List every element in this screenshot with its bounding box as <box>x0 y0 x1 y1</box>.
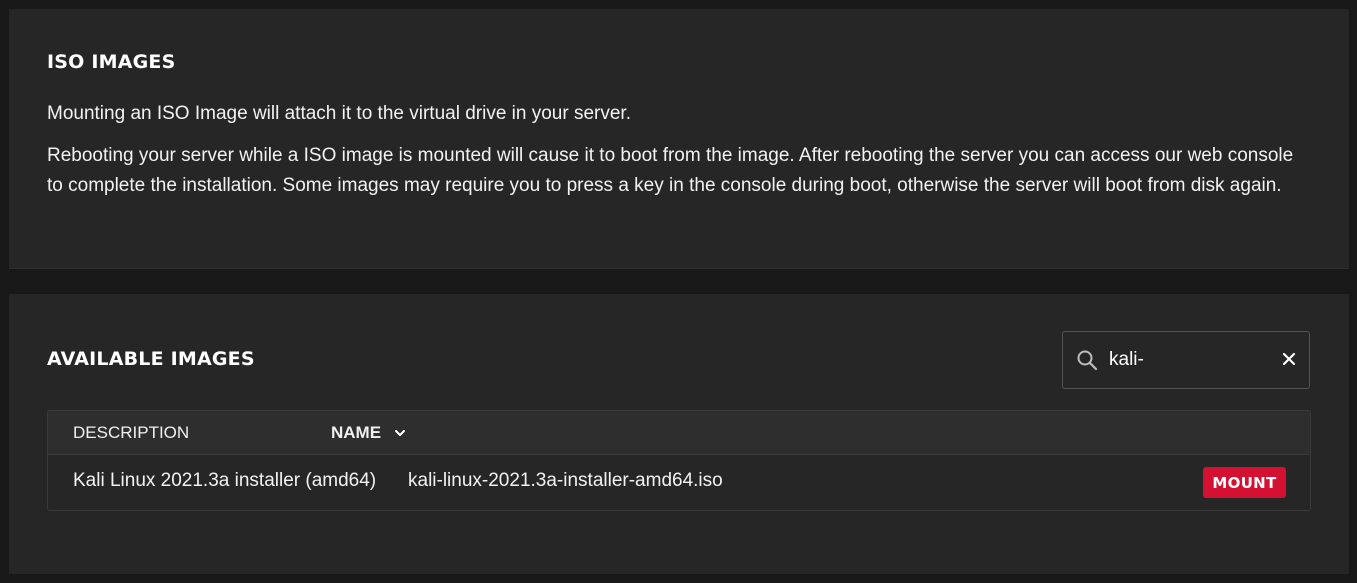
available-images-panel: AVAILABLE IMAGES DESCRIPTION NAME Kali L… <box>9 294 1349 574</box>
table-header: DESCRIPTION NAME <box>48 411 1310 455</box>
iso-images-title: ISO IMAGES <box>47 51 176 73</box>
table-row: Kali Linux 2021.3a installer (amd64) kal… <box>48 455 1310 510</box>
column-header-description[interactable]: DESCRIPTION <box>73 423 189 443</box>
search-icon <box>1077 350 1098 371</box>
iso-images-panel: ISO IMAGES Mounting an ISO Image will at… <box>9 9 1349 269</box>
search-box[interactable] <box>1062 331 1310 389</box>
close-icon[interactable] <box>1281 351 1297 367</box>
search-input[interactable] <box>1109 346 1269 374</box>
mount-button[interactable]: MOUNT <box>1203 467 1286 498</box>
row-name: kali-linux-2021.3a-installer-amd64.iso <box>408 470 723 491</box>
iso-reboot-info-text: Rebooting your server while a ISO image … <box>47 145 1294 196</box>
chevron-down-icon[interactable] <box>393 426 407 440</box>
column-header-name[interactable]: NAME <box>331 423 381 443</box>
images-table: DESCRIPTION NAME Kali Linux 2021.3a inst… <box>47 410 1311 511</box>
row-description: Kali Linux 2021.3a installer (amd64) <box>73 470 377 491</box>
available-images-title: AVAILABLE IMAGES <box>47 348 255 370</box>
iso-mount-info-text: Mounting an ISO Image will attach it to … <box>47 103 631 124</box>
